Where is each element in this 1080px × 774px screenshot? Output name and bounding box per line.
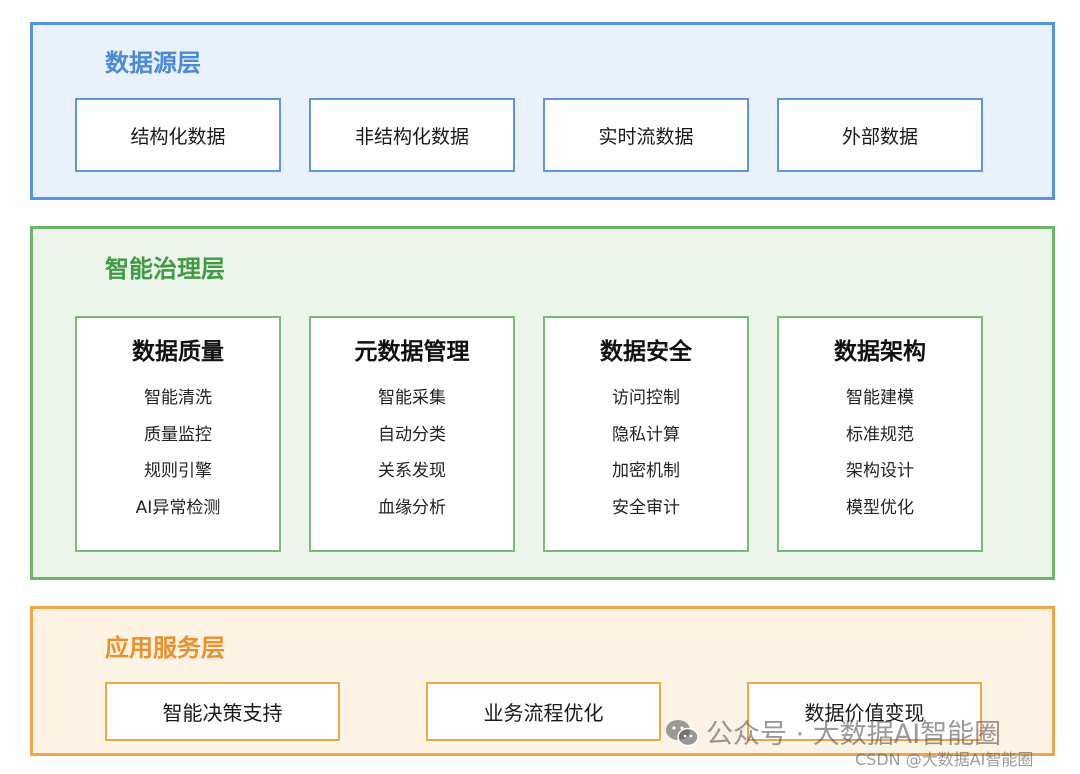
card-item: 隐私计算: [612, 424, 680, 445]
wechat-icon: [666, 720, 699, 747]
card-item: AI异常检测: [135, 497, 221, 518]
data-source-layer: 数据源层 结构化数据 非结构化数据 实时流数据 外部数据: [30, 22, 1055, 200]
app-box-process-optimization: 业务流程优化: [426, 682, 661, 741]
source-box-realtime: 实时流数据: [543, 98, 749, 172]
card-item: 加密机制: [612, 461, 680, 481]
card-item: 访问控制: [612, 388, 680, 408]
governance-layer-title: 智能治理层: [105, 255, 225, 283]
card-item: 关系发现: [378, 461, 446, 481]
application-layer-title: 应用服务层: [105, 634, 225, 662]
card-item: 血缘分析: [378, 497, 446, 518]
card-item: 智能建模: [846, 388, 914, 408]
card-item: 智能清洗: [144, 388, 212, 408]
card-item: 架构设计: [846, 461, 914, 481]
csdn-watermark: CSDN @大数据AI智能圈: [855, 750, 1034, 769]
card-item: 标准规范: [846, 424, 914, 445]
card-item: 安全审计: [612, 497, 680, 518]
source-box-unstructured: 非结构化数据: [309, 98, 515, 172]
governance-layer: 智能治理层 数据质量 智能清洗 质量监控 规则引擎 AI异常检测 元数据管理 智…: [30, 226, 1055, 580]
card-item: 智能采集: [378, 388, 446, 408]
card-data-quality: 数据质量 智能清洗 质量监控 规则引擎 AI异常检测: [75, 316, 281, 552]
app-box-decision-support: 智能决策支持: [105, 682, 340, 741]
card-metadata-management: 元数据管理 智能采集 自动分类 关系发现 血缘分析: [309, 316, 515, 552]
card-title: 数据质量: [132, 339, 224, 365]
card-title: 数据架构: [834, 339, 926, 365]
card-title: 数据安全: [600, 339, 692, 365]
card-item: 自动分类: [378, 424, 446, 445]
card-item: 质量监控: [144, 424, 212, 445]
source-box-structured: 结构化数据: [75, 98, 281, 172]
card-item: 规则引擎: [144, 461, 212, 481]
data-source-layer-title: 数据源层: [105, 49, 201, 77]
source-box-external: 外部数据: [777, 98, 983, 172]
card-data-architecture: 数据架构 智能建模 标准规范 架构设计 模型优化: [777, 316, 983, 552]
card-item: 模型优化: [846, 497, 914, 518]
card-data-security: 数据安全 访问控制 隐私计算 加密机制 安全审计: [543, 316, 749, 552]
card-title: 元数据管理: [354, 339, 470, 365]
